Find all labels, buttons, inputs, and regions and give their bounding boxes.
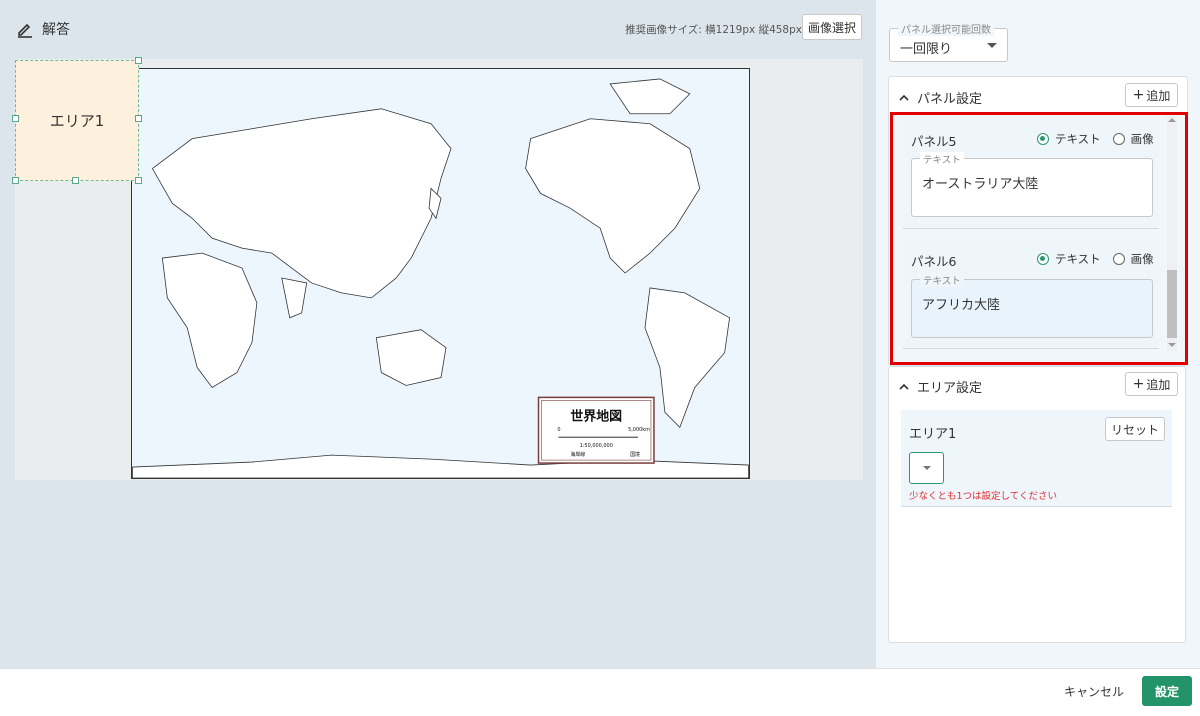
plus-icon: + (1132, 87, 1145, 103)
radio-image[interactable] (1112, 253, 1125, 265)
answer-title: 解答 (42, 22, 70, 38)
caret-down-icon (987, 43, 997, 48)
panel-settings-title: パネル設定 (917, 92, 983, 107)
pencil-icon (18, 23, 32, 38)
add-area-label: 追加 (1146, 377, 1171, 392)
radio-image-label: 画像 (1130, 132, 1154, 146)
radio-image[interactable] (1112, 133, 1125, 145)
panel-item: パネル5 テキスト 画像 テキスト オーストラリア大陸 (903, 121, 1159, 229)
panel-text-field[interactable]: テキスト オーストラリア大陸 (911, 152, 1153, 217)
map-scale-ratio: 1:50,000,000 (580, 443, 613, 449)
chevron-up-icon (899, 383, 909, 390)
map-legend-title: 世界地図 (570, 408, 622, 424)
panel-type-radio-group: テキスト 画像 (1037, 131, 1154, 147)
cancel-button[interactable]: キャンセル (1058, 676, 1130, 706)
radio-text-label: テキスト (1055, 252, 1101, 266)
area-item-label: エリア1 (909, 427, 957, 442)
area-settings-header[interactable]: エリア設定 (899, 377, 982, 396)
map-scale-max: 5,000km (628, 427, 650, 433)
panel-label: パネル6 (911, 254, 957, 269)
world-map-svg: 世界地図 0 5,000km 1:50,000,000 海岸線 国境 (132, 69, 749, 478)
area-panel-select[interactable] (909, 452, 944, 484)
panel-text-field-label: テキスト (920, 273, 964, 287)
reset-button[interactable]: リセット (1105, 417, 1165, 441)
image-canvas[interactable]: 世界地図 0 5,000km 1:50,000,000 海岸線 国境 (15, 59, 863, 480)
area-1-box[interactable]: エリア1 (15, 60, 139, 181)
radio-image-label: 画像 (1130, 252, 1154, 266)
resize-handle-right[interactable] (135, 115, 142, 122)
map-legend: 世界地図 0 5,000km 1:50,000,000 海岸線 国境 (537, 396, 655, 464)
radio-text-selected[interactable] (1037, 253, 1049, 265)
panel-settings-header[interactable]: パネル設定 (899, 88, 982, 107)
caret-down-icon (923, 466, 931, 470)
scroll-up-icon[interactable] (1168, 118, 1176, 122)
area-item: エリア1 リセット 少なくとも1つは設定してください (901, 410, 1172, 507)
selection-count-select[interactable]: パネル選択可能回数 一回限り (889, 21, 1008, 62)
add-area-button[interactable]: + 追加 (1125, 372, 1178, 396)
chevron-up-icon (899, 94, 909, 101)
radio-text-selected[interactable] (1037, 133, 1049, 145)
resize-handle-top-right[interactable] (135, 57, 142, 64)
panel-text-value: アフリカ大陸 (922, 298, 1001, 313)
resize-handle-bottom-left[interactable] (12, 177, 19, 184)
panel-type-radio-group: テキスト 画像 (1037, 251, 1154, 267)
area-1-label: エリア1 (49, 112, 105, 130)
panel-text-value: オーストラリア大陸 (922, 177, 1039, 192)
dialog-footer (0, 668, 1200, 716)
plus-icon: + (1132, 376, 1145, 392)
image-select-button[interactable]: 画像選択 (802, 14, 862, 40)
map-legend-border: 国境 (630, 451, 640, 458)
panel-label: パネル5 (911, 134, 957, 149)
resize-handle-bottom[interactable] (72, 177, 79, 184)
area-settings-title: エリア設定 (917, 381, 983, 396)
recommended-size-text: 推奨画像サイズ: 横1219px 縦458px (625, 24, 802, 36)
map-scale-zero: 0 (557, 427, 560, 433)
radio-text-label: テキスト (1055, 132, 1101, 146)
add-panel-button[interactable]: + 追加 (1125, 83, 1178, 107)
panel-list: パネル5 テキスト 画像 テキスト オーストラリア大陸 パネル6 テキスト 画像… (890, 112, 1188, 365)
resize-handle-left[interactable] (12, 115, 19, 122)
area-error-message: 少なくとも1つは設定してください (909, 491, 1057, 502)
panel-text-field[interactable]: テキスト アフリカ大陸 (911, 273, 1153, 338)
selection-count-value: 一回限り (900, 42, 953, 57)
add-panel-label: 追加 (1146, 88, 1171, 103)
selection-count-label: パネル選択可能回数 (898, 21, 994, 36)
panel-item: パネル6 テキスト 画像 テキスト アフリカ大陸 (903, 241, 1159, 349)
panel-text-field-label: テキスト (920, 152, 964, 166)
answer-header: 解答 (16, 19, 70, 39)
resize-handle-bottom-right[interactable] (135, 177, 142, 184)
panel-list-scrollbar-thumb[interactable] (1167, 270, 1177, 338)
scroll-down-icon[interactable] (1168, 343, 1176, 347)
map-legend-coastline: 海岸線 (570, 451, 585, 458)
confirm-button[interactable]: 設定 (1142, 676, 1192, 706)
world-map-image: 世界地図 0 5,000km 1:50,000,000 海岸線 国境 (131, 68, 750, 479)
